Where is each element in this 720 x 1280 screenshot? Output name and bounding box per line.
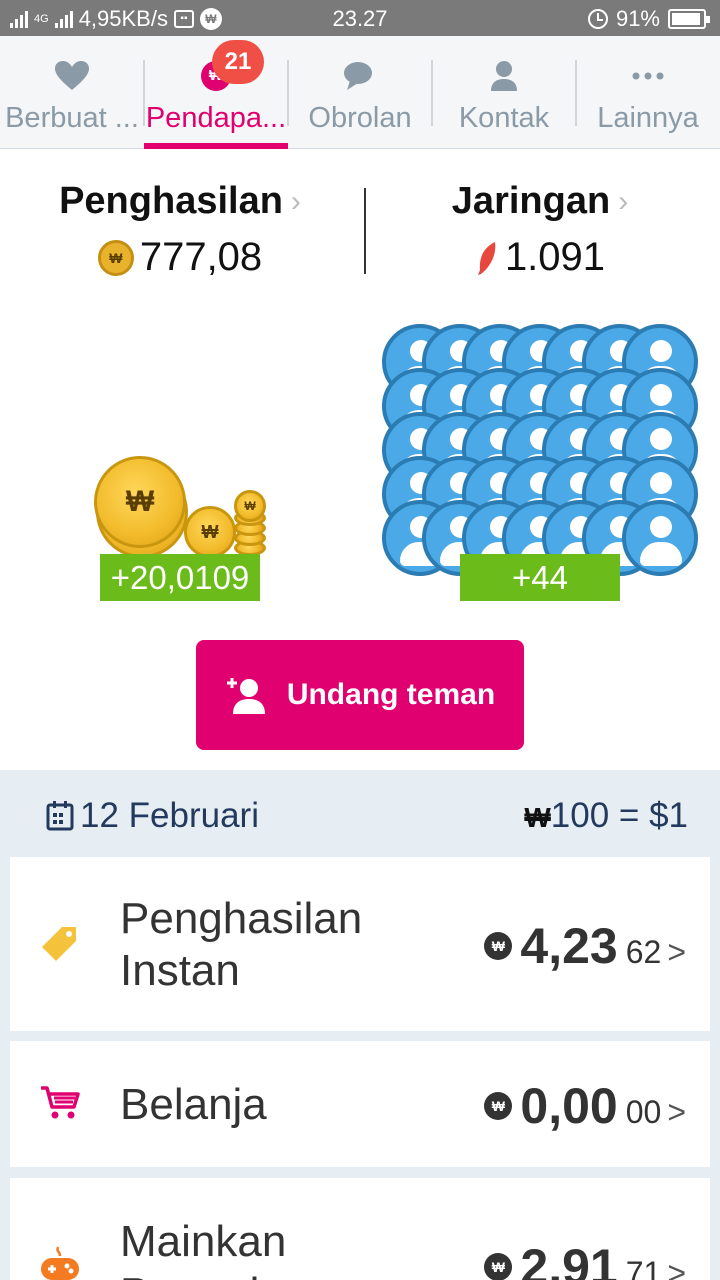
item-label: Penghasilan Instan	[120, 893, 362, 997]
date-row: 12 Februari	[46, 796, 259, 836]
item-label: Mainkan Permainan	[120, 1216, 333, 1280]
chevron-right-icon: ›	[290, 184, 301, 218]
item-value: ₩ 2,91 71 >	[484, 1238, 686, 1280]
item-value-main: 4,23	[520, 918, 618, 974]
coin-stack-top: ₩	[234, 490, 266, 522]
exchange-rate: ₩100 = $1	[524, 796, 688, 836]
item-value: ₩ 0,00 00 >	[484, 1077, 686, 1135]
item-label-line1: Penghasilan	[120, 894, 363, 943]
item-value: ₩ 4,23 62 >	[484, 917, 686, 975]
tab-bar: Berbuat ... ₩ Pendapa... Obrolan 21 Kont…	[0, 36, 720, 149]
item-value-decimals: 62	[625, 934, 662, 970]
chevron-right-icon: >	[667, 1255, 686, 1280]
person-icon	[432, 58, 576, 94]
tab-lainnya[interactable]: Lainnya	[576, 36, 720, 149]
coin-icon: ₩	[97, 239, 134, 276]
chevron-right-icon: >	[667, 1094, 686, 1130]
item-value-main: 0,00	[520, 1078, 618, 1134]
earnings-title-row: Penghasilan ›	[59, 180, 301, 223]
invite-friends-button[interactable]: Undang teman	[196, 640, 524, 750]
chevron-right-icon: >	[667, 934, 686, 970]
alarm-icon	[587, 9, 608, 29]
feather-icon	[477, 241, 496, 275]
network-title-row: Jaringan ›	[452, 180, 628, 223]
network-gain: +44	[460, 554, 620, 601]
more-dots-icon	[576, 58, 720, 94]
chevron-right-icon: ›	[618, 184, 629, 218]
list-item-play-games[interactable]: Mainkan Permainan ₩ 2,91 71 >	[10, 1178, 710, 1280]
coin-medium: ₩	[184, 506, 236, 558]
battery-percent: 91%	[615, 6, 660, 31]
network-title: Jaringan	[451, 180, 611, 222]
list-item-instant-earnings[interactable]: Penghasilan Instan ₩ 4,23 62 >	[10, 857, 710, 1031]
calendar-icon	[46, 801, 74, 831]
earnings-value: 777,08	[139, 235, 263, 279]
status-bar-right: 91%	[587, 6, 710, 32]
earnings-title: Penghasilan	[59, 180, 283, 222]
won-coin-icon: ₩	[484, 1253, 513, 1280]
unread-badge: 21	[212, 40, 264, 84]
date-label: 12 Februari	[80, 796, 259, 835]
item-value-main: 2,91	[520, 1239, 618, 1280]
heart-icon	[0, 58, 144, 94]
coin-large: ₩	[94, 456, 186, 548]
cart-icon	[41, 1086, 80, 1119]
tab-kontak[interactable]: Kontak	[432, 36, 576, 149]
earnings-value-row: ₩ 777,08	[97, 235, 263, 280]
item-value-decimals: 00	[625, 1094, 662, 1130]
tab-label: Obrolan	[308, 102, 412, 134]
battery-icon	[668, 9, 710, 29]
item-label-line2: Permainan	[120, 1268, 333, 1280]
list-item-shopping[interactable]: Belanja ₩ 0,00 00 >	[10, 1041, 710, 1167]
earnings-summary[interactable]: Penghasilan › ₩ 777,08	[0, 180, 360, 280]
exchange-rate-value: 100 = $1	[550, 796, 688, 835]
item-value-decimals: 71	[625, 1255, 662, 1280]
tab-label: Kontak	[458, 102, 550, 134]
status-bar: 4G 4,95KB/s ▪▪ ₩ 23.27 91%	[0, 0, 720, 36]
network-value-row: 1.091	[475, 235, 605, 280]
tab-label: Lainnya	[597, 102, 699, 134]
chat-bubble-icon	[288, 58, 432, 94]
tag-icon	[42, 927, 76, 961]
tab-berbuat[interactable]: Berbuat ...	[0, 36, 144, 149]
add-person-icon	[226, 678, 265, 714]
tab-label: Pendapa...	[145, 102, 287, 134]
won-coin-icon: ₩	[484, 932, 513, 960]
item-label-line2: Instan	[120, 946, 240, 995]
avatar-icon	[622, 500, 698, 576]
network-summary[interactable]: Jaringan › 1.091	[360, 180, 720, 281]
item-label: Belanja	[120, 1080, 267, 1129]
tab-label: Berbuat ...	[5, 102, 139, 134]
tab-obrolan[interactable]: Obrolan	[288, 36, 432, 149]
won-coin-icon: ₩	[484, 1092, 513, 1120]
active-tab-indicator	[144, 143, 288, 149]
network-value: 1.091	[504, 235, 606, 279]
item-label-line1: Mainkan	[120, 1217, 287, 1266]
earnings-gain: +20,0109	[100, 554, 260, 601]
invite-button-label: Undang teman	[286, 678, 496, 711]
gamepad-icon	[41, 1246, 79, 1280]
won-symbol: ₩	[524, 802, 551, 833]
